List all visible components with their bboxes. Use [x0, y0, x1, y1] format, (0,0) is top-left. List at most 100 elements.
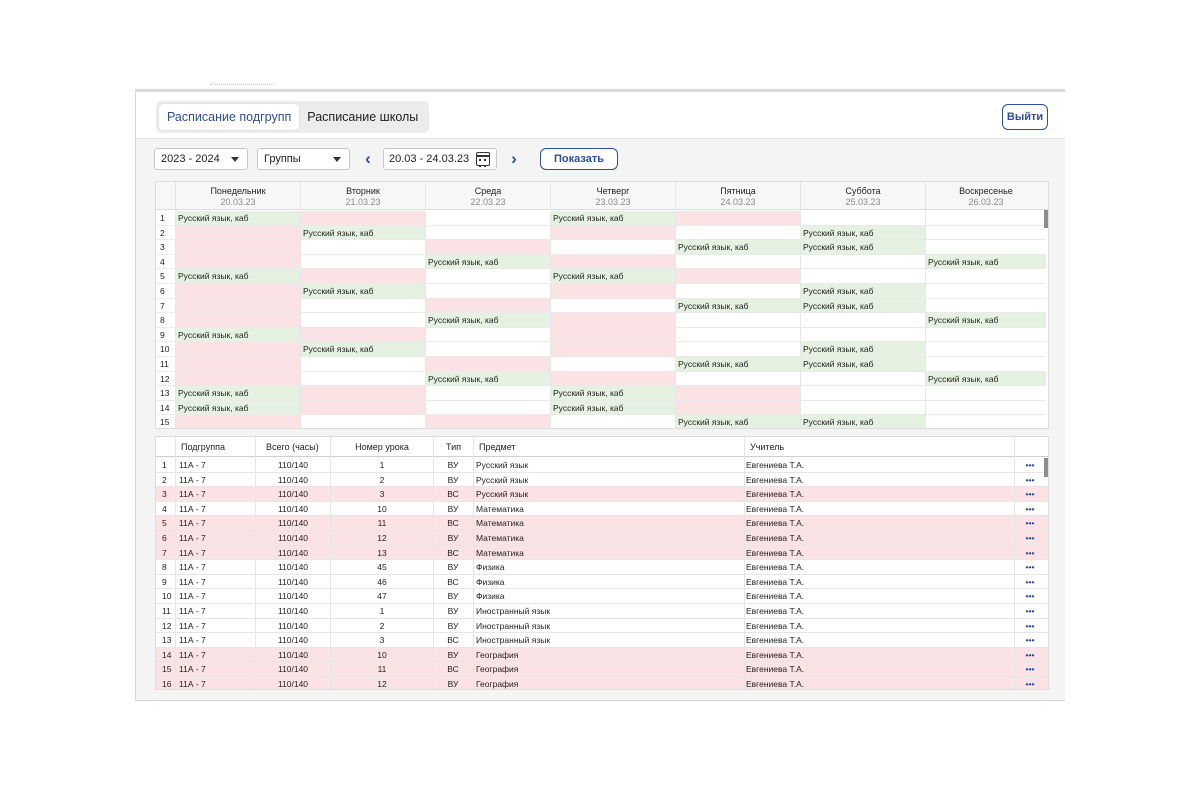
- schedule-empty-cell[interactable]: [925, 298, 1046, 314]
- schedule-busy-cell[interactable]: [175, 298, 300, 314]
- table-row[interactable]: 15 11А - 7 110/140 11 ВС География Евгениева Т…: [156, 662, 1048, 677]
- more-horizontal-icon[interactable]: •••: [1018, 458, 1042, 473]
- schedule-empty-cell[interactable]: [675, 284, 800, 299]
- schedule-lesson-cell[interactable]: Русский язык, каб: [800, 298, 925, 314]
- schedule-empty-cell[interactable]: [925, 269, 1046, 284]
- schedule-lesson-cell[interactable]: Русский язык, каб: [175, 211, 300, 226]
- schedule-lesson-cell[interactable]: Русский язык, каб: [175, 269, 300, 284]
- schedule-busy-cell[interactable]: [425, 240, 550, 255]
- schedule-empty-cell[interactable]: [425, 386, 550, 401]
- schedule-empty-cell[interactable]: [925, 386, 1046, 401]
- table-row[interactable]: 2 11А - 7 110/140 2 ВУ Русский язык Евгениева …: [156, 473, 1048, 488]
- schedule-lesson-cell[interactable]: Русский язык, каб: [925, 313, 1046, 328]
- more-horizontal-icon[interactable]: •••: [1018, 575, 1042, 590]
- more-horizontal-icon[interactable]: •••: [1018, 560, 1042, 575]
- schedule-busy-cell[interactable]: [175, 342, 300, 357]
- schedule-busy-cell[interactable]: [425, 415, 550, 428]
- schedule-busy-cell[interactable]: [175, 357, 300, 372]
- schedule-busy-cell[interactable]: [550, 254, 675, 270]
- schedule-empty-cell[interactable]: [675, 371, 800, 387]
- schedule-empty-cell[interactable]: [925, 342, 1046, 357]
- schedule-busy-cell[interactable]: [300, 386, 425, 401]
- tab-subgroup-schedule[interactable]: Расписание подгрупп: [159, 104, 300, 130]
- schedule-empty-cell[interactable]: [925, 327, 1046, 343]
- schedule-busy-cell[interactable]: [675, 400, 800, 416]
- more-horizontal-icon[interactable]: •••: [1018, 473, 1042, 488]
- schedule-empty-cell[interactable]: [800, 386, 925, 401]
- schedule-busy-cell[interactable]: [175, 284, 300, 299]
- schedule-lesson-cell[interactable]: Русский язык, каб: [550, 400, 675, 416]
- table-row[interactable]: 13 11А - 7 110/140 3 ВС Иностранный язык Евген…: [156, 633, 1048, 648]
- schedule-empty-cell[interactable]: [300, 313, 425, 328]
- schedule-empty-cell[interactable]: [300, 254, 425, 270]
- more-horizontal-icon[interactable]: •••: [1018, 589, 1042, 604]
- schedule-empty-cell[interactable]: [800, 269, 925, 284]
- table-row[interactable]: 6 11А - 7 110/140 12 ВУ Математика Евгениева Т…: [156, 531, 1048, 546]
- table-row[interactable]: 14 11А - 7 110/140 10 ВУ География Евгениева Т…: [156, 647, 1048, 663]
- schedule-empty-cell[interactable]: [300, 240, 425, 255]
- schedule-empty-cell[interactable]: [925, 400, 1046, 416]
- schedule-lesson-cell[interactable]: Русский язык, каб: [175, 327, 300, 343]
- calendar-icon[interactable]: [476, 152, 490, 167]
- lessons-scrollbar[interactable]: [1044, 458, 1048, 477]
- schedule-lesson-cell[interactable]: Русский язык, каб: [425, 313, 550, 328]
- tab-school-schedule[interactable]: Расписание школы: [299, 104, 426, 130]
- chevron-left-icon[interactable]: ‹: [359, 149, 377, 169]
- schedule-empty-cell[interactable]: [425, 269, 550, 284]
- schedule-empty-cell[interactable]: [550, 298, 675, 314]
- schedule-lesson-cell[interactable]: Русский язык, каб: [675, 240, 800, 255]
- logout-button[interactable]: Выйти: [1002, 104, 1048, 130]
- schedule-busy-cell[interactable]: [550, 342, 675, 357]
- schedule-empty-cell[interactable]: [675, 327, 800, 343]
- schedule-lesson-cell[interactable]: Русский язык, каб: [425, 254, 550, 270]
- show-button[interactable]: Показать: [540, 148, 618, 170]
- group-select[interactable]: Группы: [257, 148, 350, 170]
- schedule-busy-cell[interactable]: [675, 386, 800, 401]
- schedule-lesson-cell[interactable]: Русский язык, каб: [800, 342, 925, 357]
- schedule-lesson-cell[interactable]: Русский язык, каб: [550, 269, 675, 284]
- schedule-empty-cell[interactable]: [800, 313, 925, 328]
- schedule-empty-cell[interactable]: [800, 371, 925, 387]
- schedule-empty-cell[interactable]: [800, 211, 925, 226]
- schedule-busy-cell[interactable]: [550, 327, 675, 343]
- schedule-lesson-cell[interactable]: Русский язык, каб: [800, 284, 925, 299]
- more-horizontal-icon[interactable]: •••: [1018, 546, 1042, 561]
- year-select[interactable]: 2023 - 2024: [154, 148, 248, 170]
- schedule-scrollbar[interactable]: [1044, 210, 1048, 228]
- table-row[interactable]: 12 11А - 7 110/140 2 ВУ Иностранный язык Евген…: [156, 619, 1048, 634]
- schedule-busy-cell[interactable]: [175, 415, 300, 428]
- more-horizontal-icon[interactable]: •••: [1018, 516, 1042, 531]
- schedule-empty-cell[interactable]: [425, 284, 550, 299]
- table-row[interactable]: 4 11А - 7 110/140 10 ВУ Математика Евгениева Т…: [156, 502, 1048, 517]
- schedule-busy-cell[interactable]: [300, 211, 425, 226]
- schedule-empty-cell[interactable]: [550, 240, 675, 255]
- schedule-empty-cell[interactable]: [800, 254, 925, 270]
- schedule-lesson-cell[interactable]: Русский язык, каб: [425, 371, 550, 387]
- schedule-busy-cell[interactable]: [550, 313, 675, 328]
- schedule-busy-cell[interactable]: [300, 269, 425, 284]
- schedule-empty-cell[interactable]: [925, 211, 1046, 226]
- schedule-lesson-cell[interactable]: Русский язык, каб: [300, 225, 425, 241]
- schedule-empty-cell[interactable]: [675, 225, 800, 241]
- schedule-busy-cell[interactable]: [550, 284, 675, 299]
- more-horizontal-icon[interactable]: •••: [1018, 531, 1042, 546]
- schedule-empty-cell[interactable]: [425, 400, 550, 416]
- schedule-lesson-cell[interactable]: Русский язык, каб: [675, 357, 800, 372]
- table-row[interactable]: 8 11А - 7 110/140 45 ВУ Физика Евгениева Т.А. •…: [156, 560, 1048, 575]
- schedule-busy-cell[interactable]: [550, 225, 675, 241]
- schedule-busy-cell[interactable]: [675, 269, 800, 284]
- table-row[interactable]: 5 11А - 7 110/140 11 ВС Математика Евгениева Т…: [156, 516, 1048, 531]
- schedule-busy-cell[interactable]: [425, 357, 550, 372]
- table-row[interactable]: 1 11А - 7 110/140 1 ВУ Русский язык Евгениева …: [156, 458, 1048, 473]
- schedule-lesson-cell[interactable]: Русский язык, каб: [800, 225, 925, 241]
- schedule-empty-cell[interactable]: [925, 357, 1046, 372]
- table-row[interactable]: 11 11А - 7 110/140 1 ВУ Иностранный язык Евген…: [156, 604, 1048, 619]
- schedule-busy-cell[interactable]: [175, 313, 300, 328]
- schedule-lesson-cell[interactable]: Русский язык, каб: [925, 254, 1046, 270]
- more-horizontal-icon[interactable]: •••: [1018, 604, 1042, 619]
- schedule-busy-cell[interactable]: [300, 400, 425, 416]
- schedule-empty-cell[interactable]: [675, 342, 800, 357]
- schedule-empty-cell[interactable]: [300, 415, 425, 428]
- table-row[interactable]: 16 11А - 7 110/140 12 ВУ География Евгениева Т…: [156, 677, 1048, 689]
- table-row[interactable]: 7 11А - 7 110/140 13 ВС Математика Евгениева Т…: [156, 545, 1048, 561]
